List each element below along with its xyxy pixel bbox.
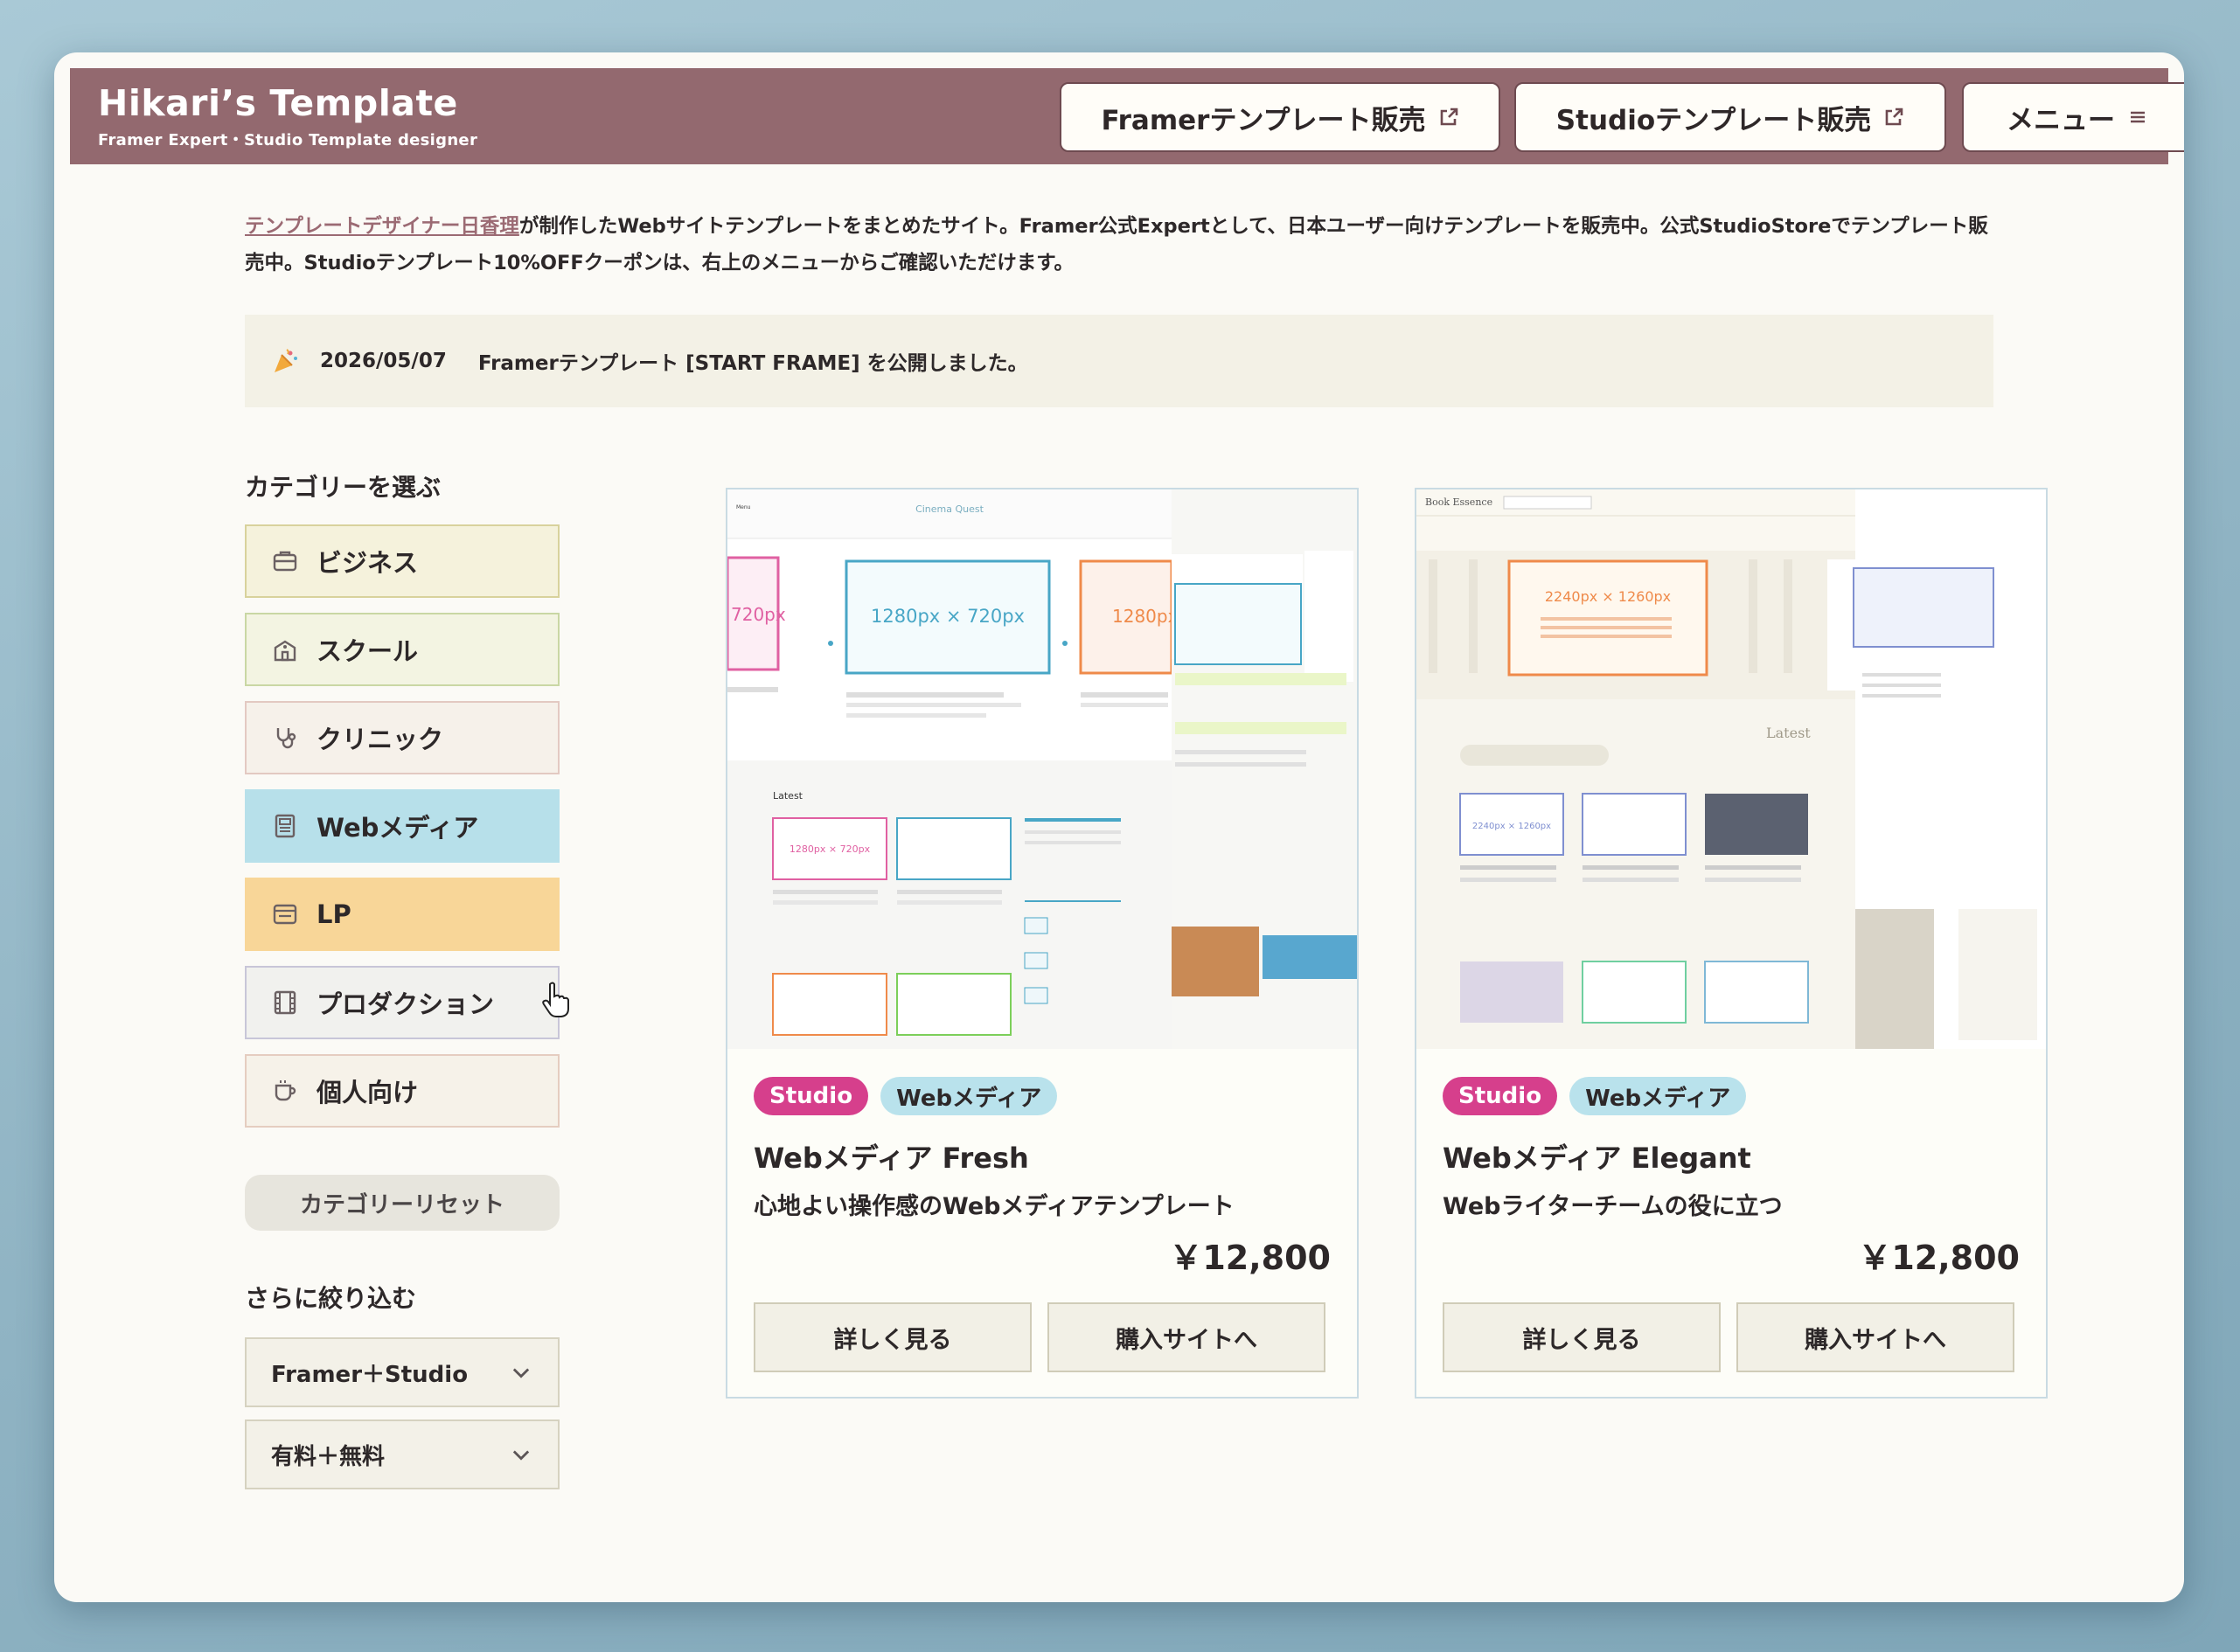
- cup-icon: [275, 1080, 296, 1101]
- price-filter-select[interactable]: 有料＋無料: [245, 1419, 560, 1489]
- external-link-icon: [1885, 108, 1903, 126]
- platform-filter-value: Framer＋Studio: [271, 1361, 469, 1388]
- external-link-icon: [1440, 108, 1457, 126]
- preview-size-label-3: 1280px: [1112, 606, 1179, 627]
- category-label: プロダクション: [317, 989, 495, 1019]
- preview-brand: Book Essence: [1425, 496, 1492, 508]
- brand-title: Hikari’s Template: [98, 82, 458, 124]
- category-button[interactable]: 個人向け: [245, 1054, 560, 1128]
- tag-list: Studio Webメディア: [754, 1077, 1058, 1115]
- preview-illustration: Book Essence 2240px × 1260px Latest 2240…: [1416, 489, 2046, 1049]
- category-button[interactable]: スクール: [245, 613, 560, 686]
- preview-small-size-label: 1280px × 720px: [790, 843, 871, 855]
- school-icon: [274, 640, 296, 662]
- category-label: LP: [317, 899, 351, 929]
- brand-subtitle: Framer Expert・Studio Template designer: [98, 131, 478, 149]
- chevron-down-icon: [512, 1368, 530, 1378]
- studio-template-sales-button[interactable]: Studioテンプレート販売: [1514, 82, 1946, 152]
- category-label: クリニック: [317, 725, 444, 754]
- framer-template-sales-button[interactable]: Framerテンプレート販売: [1060, 82, 1500, 152]
- category-label: スクール: [317, 636, 419, 666]
- intro-text: テンプレートデザイナー日香理が制作したWebサイトテンプレートをまとめたサイト。…: [245, 208, 1993, 281]
- film-icon: [274, 990, 296, 1015]
- card-price: ￥12,800: [1169, 1239, 1331, 1277]
- tag-webmedia[interactable]: Webメディア: [1569, 1077, 1747, 1115]
- category-button[interactable]: プロダクション: [245, 966, 560, 1039]
- filter-heading: さらに絞り込む: [245, 1284, 417, 1313]
- designer-link[interactable]: テンプレートデザイナー日香理: [245, 215, 519, 238]
- hand-pointer-cursor-icon: [542, 982, 569, 1017]
- category-heading: カテゴリーを選ぶ: [245, 473, 442, 502]
- preview-size-label-2: 1280px × 720px: [871, 606, 1025, 627]
- category-label: Webメディア: [317, 813, 479, 843]
- tag-studio[interactable]: Studio: [754, 1077, 869, 1115]
- news-date: 2026/05/07: [320, 350, 447, 372]
- template-preview-image[interactable]: Book Essence 2240px × 1260px Latest 2240…: [1416, 489, 2046, 1049]
- tag-list: Studio Webメディア: [1443, 1077, 1747, 1115]
- category-reset-button[interactable]: カテゴリーリセット: [245, 1175, 560, 1231]
- tag-studio[interactable]: Studio: [1443, 1077, 1558, 1115]
- category-label: 個人向け: [317, 1078, 419, 1107]
- framer-template-sales-label: Framerテンプレート販売: [1101, 104, 1426, 136]
- card-description: Webライターチームの役に立つ: [1443, 1193, 1783, 1220]
- details-button[interactable]: 詳しく見る: [1443, 1302, 1721, 1372]
- news-text[interactable]: Framerテンプレート [START FRAME] を公開しました。: [478, 346, 1028, 376]
- tag-webmedia[interactable]: Webメディア: [880, 1077, 1058, 1115]
- category-button[interactable]: Webメディア: [245, 789, 560, 863]
- purchase-site-button[interactable]: 購入サイトへ: [1047, 1302, 1325, 1372]
- preview-brand: Cinema Quest: [915, 503, 984, 515]
- briefcase-icon: [273, 551, 297, 572]
- category-button[interactable]: LP: [245, 878, 560, 951]
- template-preview-image[interactable]: Cinema Quest Menu 720px 1280px × 720px 1…: [727, 489, 1357, 1049]
- site-header: Hikari’s Template Framer Expert・Studio T…: [70, 68, 2184, 164]
- purchase-site-button[interactable]: 購入サイトへ: [1736, 1302, 2014, 1372]
- template-card-elegant[interactable]: Book Essence 2240px × 1260px Latest 2240…: [1415, 488, 2048, 1399]
- lp-icon: [273, 904, 297, 925]
- details-button[interactable]: 詳しく見る: [754, 1302, 1032, 1372]
- media-icon: [275, 814, 296, 838]
- preview-size-label-1: 2240px × 1260px: [1545, 588, 1671, 605]
- preview-menu-label: Menu: [736, 504, 751, 510]
- price-filter-value: 有料＋無料: [271, 1443, 386, 1470]
- studio-template-sales-label: Studioテンプレート販売: [1555, 104, 1872, 136]
- preview-latest-label: Latest: [773, 790, 803, 802]
- stethoscope-icon: [276, 728, 296, 749]
- card-price: ￥12,800: [1858, 1239, 2020, 1277]
- preview-latest-label: Latest: [1766, 725, 1811, 741]
- category-button[interactable]: クリニック: [245, 701, 560, 774]
- menu-button[interactable]: メニュー: [1962, 82, 2184, 152]
- preview-illustration: Cinema Quest Menu 720px 1280px × 720px 1…: [727, 489, 1357, 1049]
- platform-filter-select[interactable]: Framer＋Studio: [245, 1337, 560, 1407]
- preview-small-size-label: 2240px × 1260px: [1472, 822, 1551, 831]
- card-description: 心地よい操作感のWebメディアテンプレート: [754, 1193, 1235, 1220]
- chevron-down-icon: [512, 1450, 530, 1461]
- card-title: Webメディア Elegant: [1443, 1142, 1751, 1175]
- template-card-fresh[interactable]: Cinema Quest Menu 720px 1280px × 720px 1…: [726, 488, 1359, 1399]
- browser-window: Hikari’s Template Framer Expert・Studio T…: [54, 52, 2184, 1602]
- news-banner: 2026/05/07 Framerテンプレート [START FRAME] を公…: [245, 315, 1993, 407]
- menu-label: メニュー: [2007, 104, 2115, 136]
- hamburger-icon: [2131, 111, 2145, 123]
- category-button[interactable]: ビジネス: [245, 524, 560, 598]
- page: Hikari’s Template Framer Expert・Studio T…: [70, 68, 2184, 1586]
- category-label: ビジネス: [317, 548, 419, 578]
- party-popper-icon: [275, 349, 297, 372]
- card-title: Webメディア Fresh: [754, 1142, 1029, 1175]
- brand-logo[interactable]: Hikari’s Template Framer Expert・Studio T…: [98, 82, 477, 150]
- preview-size-label-1: 720px: [731, 604, 786, 625]
